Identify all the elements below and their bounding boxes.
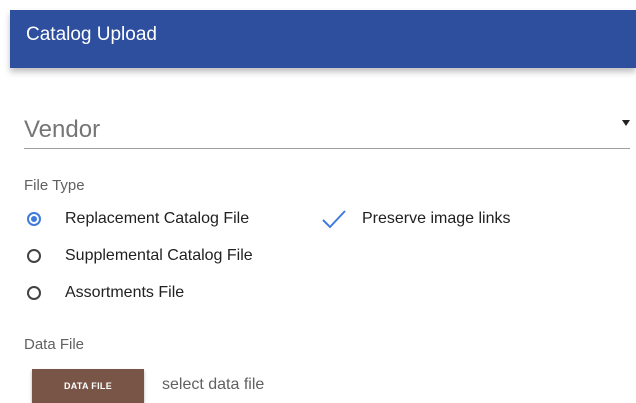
radio-label-assortments: Assortments File [65,284,185,301]
radio-supplemental-catalog[interactable]: Supplemental Catalog File [27,245,253,267]
radio-label-replacement: Replacement Catalog File [65,210,250,227]
checkmark-icon [322,210,346,229]
radio-label-supplemental: Supplemental Catalog File [65,247,253,264]
preserve-image-links-label: Preserve image links [362,210,511,227]
catalog-upload-page: Catalog Upload Vendor File Type Replacem… [0,0,636,403]
vendor-select[interactable]: Vendor [24,110,630,149]
radio-checked-icon [27,212,41,226]
file-path-placeholder[interactable]: select data file [162,375,264,395]
data-file-label: Data File [24,336,85,353]
radio-assortments[interactable]: Assortments File [27,282,184,304]
page-title: Catalog Upload [26,24,157,45]
dropdown-arrow-icon [622,120,630,126]
data-file-button[interactable]: DATA FILE [32,369,144,403]
vendor-placeholder: Vendor [24,116,101,143]
app-header: Catalog Upload [10,10,636,68]
radio-unchecked-icon [27,249,41,263]
file-type-label: File Type [24,177,85,194]
radio-replacement-catalog[interactable]: Replacement Catalog File [27,208,249,230]
preserve-image-links-checkbox[interactable]: Preserve image links [321,206,511,232]
radio-unchecked-icon [27,286,41,300]
